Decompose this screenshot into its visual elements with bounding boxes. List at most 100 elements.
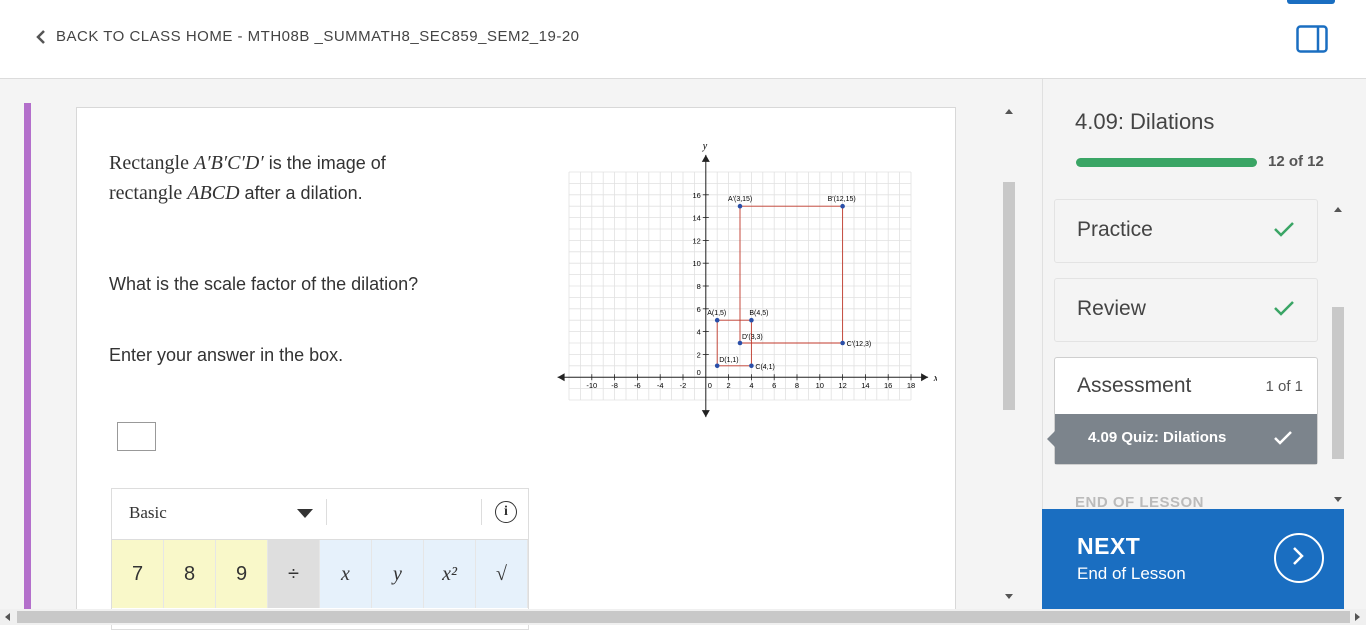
sidebar-item-assessment[interactable]: Assessment 1 of 1 4.09 Quiz: Dilations [1047,357,1318,465]
panel-toggle-icon[interactable] [1296,25,1328,53]
point-label: A(1,5) [707,310,726,317]
data-point [749,317,754,323]
sidebar-item-label: Practice [1077,218,1153,241]
x-tick-label: 14 [861,381,869,390]
check-icon [1274,431,1292,445]
key-y[interactable]: y [372,540,424,608]
x-tick-label: -2 [680,381,687,390]
top-bar: BACK TO CLASS HOME - MTH08B _SUMMATH8_SE… [0,0,1366,79]
next-label: NEXT [1077,533,1141,559]
point-label: D(1,1) [719,357,738,364]
next-sublabel: End of Lesson [1077,564,1186,583]
x-axis-label: x [933,373,937,384]
axis-arrow [701,410,710,418]
point-label: C(4,1) [755,364,774,371]
y-axis-label: y [702,141,708,152]
x-tick-label: -10 [586,381,597,390]
x-tick-label: 8 [795,381,799,390]
sidebar-scrollbar[interactable] [1332,207,1344,507]
info-icon[interactable]: i [495,501,517,523]
x-tick-label: 6 [772,381,776,390]
sidebar-item-practice[interactable]: Practice [1054,199,1318,263]
question-word-2: rectangle [109,182,183,204]
point-label: D′(3,3) [742,334,763,341]
x-tick-label: -4 [657,381,664,390]
chevron-left-icon [36,29,45,44]
assessment-count: 1 of 1 [1265,378,1303,395]
x-tick-label: 2 [727,381,731,390]
point-label: B′(12,15) [828,196,856,203]
keypad-header: Basic i [112,489,528,540]
question-instruction: Enter your answer in the box. [109,345,344,365]
assessment-label: Assessment [1077,374,1192,397]
data-point [714,363,720,369]
x-tick-label: 10 [816,381,824,390]
quiz-item[interactable]: 4.09 Quiz: Dilations [1047,414,1317,464]
key-x[interactable]: x [320,540,372,608]
x-tick-label: 12 [838,381,846,390]
key-x-squared[interactable]: x² [424,540,476,608]
content-scrollbar[interactable] [1002,104,1016,604]
y-tick-label: 12 [692,236,700,245]
data-point [737,340,743,346]
x-tick-label: -6 [634,381,641,390]
y-tick-label: 10 [692,259,700,268]
answer-input[interactable] [117,422,156,451]
data-point [749,363,754,369]
sidebar-item-review[interactable]: Review [1054,278,1318,342]
y-tick-label: 0 [697,368,701,377]
key-8[interactable]: 8 [164,540,216,608]
question-line-1: Rectangle A′B′C′D′ is the image of [109,152,386,175]
check-icon [1274,222,1294,237]
caret-down-icon[interactable] [297,509,313,518]
x-tick-label: 0 [708,381,712,390]
sidebar-item-label: Review [1077,297,1146,320]
scroll-right-icon[interactable] [1355,613,1360,621]
keypad-keys: 7 8 9 ÷ x y x² √ [112,540,528,608]
scroll-up-icon[interactable] [1334,207,1342,212]
lesson-title: 4.09: Dilations [1075,109,1215,134]
question-text-2: after a dilation. [244,183,363,203]
scroll-thumb[interactable] [1332,307,1344,459]
key-sqrt[interactable]: √ [476,540,528,608]
y-tick-label: 2 [697,350,701,359]
data-point [840,340,845,346]
math-rect-image: A′B′C′D′ [193,152,264,174]
point-label: C′(12,3) [847,341,872,348]
scroll-up-icon[interactable] [1005,109,1013,114]
data-point [840,203,845,209]
point-label: A′(3,15) [728,196,752,203]
back-link-label: BACK TO CLASS HOME - MTH08B _SUMMATH8_SE… [56,28,580,45]
keypad-mode-select[interactable]: Basic [129,503,167,523]
question-prompt: What is the scale factor of the dilation… [109,274,419,294]
axis-arrow [921,373,929,382]
key-7[interactable]: 7 [112,540,164,608]
y-tick-label: 14 [692,214,700,223]
progress-label: 12 of 12 [1268,153,1324,170]
question-word-1: Rectangle [109,152,189,174]
next-button[interactable]: NEXT End of Lesson [1042,509,1344,609]
scroll-thumb[interactable] [17,611,1350,623]
back-to-class-link[interactable]: BACK TO CLASS HOME - MTH08B _SUMMATH8_SE… [34,28,580,45]
scroll-down-icon[interactable] [1005,594,1013,599]
scroll-down-icon[interactable] [1334,497,1342,502]
chevron-right-circle-icon [1274,533,1324,583]
content-area: Rectangle A′B′C′D′ is the image of recta… [0,79,1042,630]
x-tick-label: 18 [907,381,915,390]
check-icon [1274,301,1294,316]
data-point [737,203,743,209]
tab-indicator [1287,0,1335,4]
x-tick-label: -8 [611,381,618,390]
horizontal-scrollbar[interactable] [0,609,1366,625]
scroll-thumb[interactable] [1003,182,1015,410]
key-divide[interactable]: ÷ [268,540,320,608]
key-9[interactable]: 9 [216,540,268,608]
point-label: B(4,5) [749,310,768,317]
scroll-left-icon[interactable] [5,613,10,621]
math-rect-original: ABCD [187,182,240,204]
x-tick-label: 16 [884,381,892,390]
y-tick-label: 6 [697,305,701,314]
y-tick-label: 16 [692,191,700,200]
divider [326,499,327,525]
coordinate-graph: x y -10 -8 -6 -4 -2 0 2 4 6 8 10 12 14 16 18 0 2 4 6 8 10 12 14 1… [557,141,937,418]
